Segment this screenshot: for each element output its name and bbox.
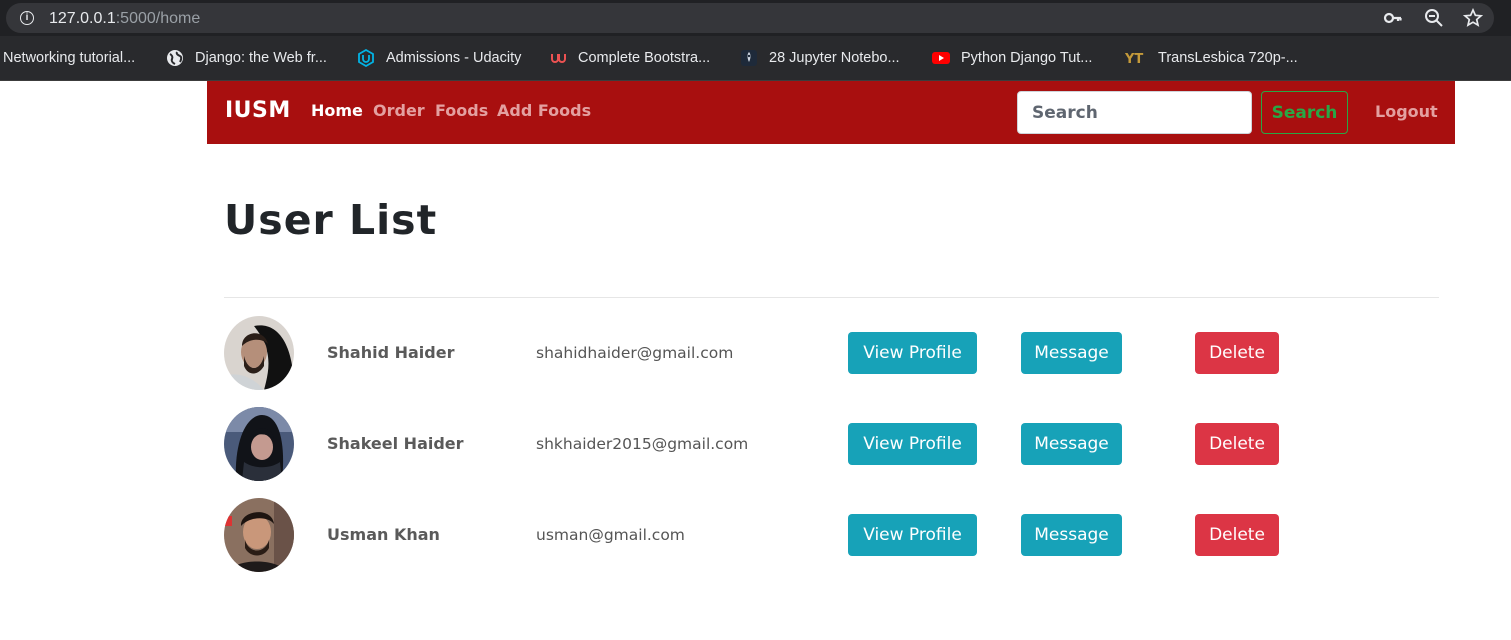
nav-order[interactable]: Order [373, 101, 425, 120]
yt-text-icon: YT [1125, 52, 1143, 67]
nav-home[interactable]: Home [311, 101, 363, 120]
rocket-icon [741, 50, 757, 66]
avatar [224, 316, 294, 390]
search-input[interactable] [1017, 91, 1252, 134]
message-button[interactable]: Message [1021, 423, 1122, 465]
user-name: Usman Khan [327, 525, 440, 544]
user-row: Usman Khan usman@gmail.com View Profile … [224, 498, 1324, 572]
delete-button[interactable]: Delete [1195, 514, 1279, 556]
delete-button[interactable]: Delete [1195, 423, 1279, 465]
zoom-icon[interactable] [1424, 8, 1444, 28]
view-profile-button[interactable]: View Profile [848, 514, 977, 556]
bookmark-item[interactable]: Complete Bootstra... [549, 48, 710, 68]
bookmark-item[interactable]: YT TransLesbica 720p-... [1125, 48, 1298, 68]
logout-link[interactable]: Logout [1375, 102, 1438, 121]
user-email: shkhaider2015@gmail.com [536, 435, 749, 453]
navbar: IUSM Home Order Foods Add Foods Search L… [207, 81, 1455, 144]
brand-logo[interactable]: IUSM [225, 98, 291, 123]
bookmark-item[interactable]: Networking tutorial... [3, 48, 135, 68]
user-row: Shahid Haider shahidhaider@gmail.com Vie… [224, 316, 1324, 390]
view-profile-button[interactable]: View Profile [848, 332, 977, 374]
key-icon[interactable] [1383, 8, 1403, 28]
user-name: Shakeel Haider [327, 434, 464, 453]
udacity-icon [358, 49, 374, 67]
user-email: shahidhaider@gmail.com [536, 344, 734, 362]
user-row: Shakeel Haider shkhaider2015@gmail.com V… [224, 407, 1324, 481]
avatar [224, 498, 294, 572]
bookmark-item[interactable]: Admissions - Udacity [357, 48, 521, 68]
user-email: usman@gmail.com [536, 526, 685, 544]
address-bar[interactable]: i 127.0.0.1:5000/home [6, 3, 1494, 33]
bookmark-item[interactable]: Python Django Tut... [932, 48, 1092, 68]
info-icon[interactable]: i [20, 11, 34, 25]
message-button[interactable]: Message [1021, 332, 1122, 374]
avatar [224, 407, 294, 481]
svg-text:YT: YT [1125, 52, 1143, 67]
youtube-icon [932, 52, 950, 64]
star-icon[interactable] [1463, 8, 1483, 28]
nav-foods[interactable]: Foods [435, 101, 488, 120]
view-profile-button[interactable]: View Profile [848, 423, 977, 465]
bookmarks-bar: Networking tutorial... Django: the Web f… [0, 36, 1511, 81]
divider [224, 297, 1439, 298]
bookmark-item[interactable]: Django: the Web fr... [166, 48, 327, 68]
globe-icon [167, 50, 183, 66]
bookmark-item[interactable]: 28 Jupyter Notebo... [740, 48, 900, 68]
udemy-icon [551, 54, 566, 63]
message-button[interactable]: Message [1021, 514, 1122, 556]
url-text[interactable]: 127.0.0.1:5000/home [49, 10, 200, 28]
search-button[interactable]: Search [1261, 91, 1348, 134]
delete-button[interactable]: Delete [1195, 332, 1279, 374]
page-title: User List [224, 196, 438, 244]
nav-add-foods[interactable]: Add Foods [497, 101, 591, 120]
browser-toolbar: i 127.0.0.1:5000/home [0, 0, 1511, 36]
user-name: Shahid Haider [327, 343, 455, 362]
